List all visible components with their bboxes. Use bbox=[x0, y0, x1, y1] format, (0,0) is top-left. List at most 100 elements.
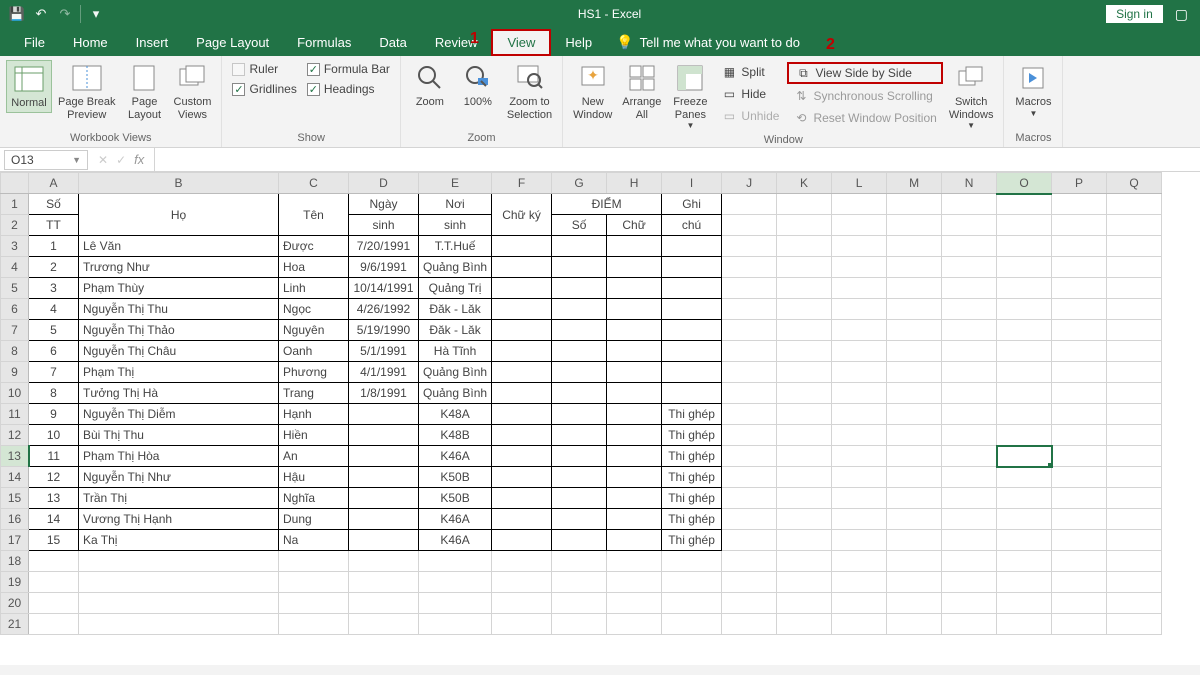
cell[interactable]: Hạnh bbox=[279, 404, 349, 425]
new-window-button[interactable]: ✦New Window bbox=[569, 60, 616, 123]
cell[interactable] bbox=[832, 467, 887, 488]
cell[interactable]: Phương bbox=[279, 362, 349, 383]
cell[interactable] bbox=[607, 446, 662, 467]
cell[interactable] bbox=[722, 320, 777, 341]
cell[interactable] bbox=[492, 572, 552, 593]
cell[interactable] bbox=[552, 446, 607, 467]
cell[interactable] bbox=[942, 425, 997, 446]
cell[interactable] bbox=[1052, 488, 1107, 509]
row-header[interactable]: 17 bbox=[1, 530, 29, 551]
cell[interactable] bbox=[1052, 278, 1107, 299]
cell[interactable] bbox=[722, 572, 777, 593]
cell[interactable] bbox=[1052, 572, 1107, 593]
cell[interactable] bbox=[662, 572, 722, 593]
cell[interactable]: Thi ghép bbox=[662, 425, 722, 446]
cell[interactable] bbox=[887, 236, 942, 257]
cell[interactable]: Được bbox=[279, 236, 349, 257]
cell[interactable] bbox=[552, 404, 607, 425]
cell[interactable] bbox=[79, 572, 279, 593]
cell[interactable]: Hậu bbox=[279, 467, 349, 488]
cell[interactable]: Số bbox=[29, 194, 79, 215]
cell[interactable]: 4 bbox=[29, 299, 79, 320]
cell[interactable] bbox=[777, 362, 832, 383]
cell[interactable]: 10 bbox=[29, 425, 79, 446]
cell[interactable] bbox=[942, 530, 997, 551]
cell[interactable] bbox=[29, 593, 79, 614]
cell[interactable] bbox=[29, 572, 79, 593]
row-header[interactable]: 4 bbox=[1, 257, 29, 278]
row-header[interactable]: 5 bbox=[1, 278, 29, 299]
cell[interactable] bbox=[1052, 236, 1107, 257]
cell[interactable] bbox=[832, 278, 887, 299]
cell[interactable] bbox=[997, 194, 1052, 215]
cell[interactable] bbox=[552, 320, 607, 341]
cell[interactable] bbox=[29, 614, 79, 635]
cell[interactable] bbox=[722, 488, 777, 509]
cell[interactable] bbox=[832, 572, 887, 593]
cell[interactable] bbox=[942, 446, 997, 467]
cell[interactable] bbox=[722, 404, 777, 425]
cell[interactable] bbox=[492, 614, 552, 635]
cell[interactable] bbox=[942, 593, 997, 614]
cell[interactable] bbox=[1107, 257, 1162, 278]
ruler-checkbox[interactable]: Ruler bbox=[228, 60, 300, 78]
cell[interactable] bbox=[607, 320, 662, 341]
row-header[interactable]: 11 bbox=[1, 404, 29, 425]
cell[interactable] bbox=[1107, 278, 1162, 299]
cell[interactable] bbox=[29, 551, 79, 572]
cell[interactable] bbox=[607, 509, 662, 530]
cell[interactable] bbox=[607, 383, 662, 404]
cell[interactable]: 15 bbox=[29, 530, 79, 551]
cell[interactable] bbox=[349, 551, 419, 572]
cell[interactable]: 6 bbox=[29, 341, 79, 362]
cell[interactable] bbox=[887, 320, 942, 341]
cell[interactable] bbox=[722, 236, 777, 257]
cell[interactable] bbox=[552, 341, 607, 362]
cell[interactable]: 11 bbox=[29, 446, 79, 467]
cell[interactable] bbox=[492, 530, 552, 551]
custom-views-button[interactable]: Custom Views bbox=[169, 60, 215, 123]
cell[interactable] bbox=[1052, 299, 1107, 320]
cell[interactable] bbox=[1107, 488, 1162, 509]
cell[interactable] bbox=[607, 278, 662, 299]
spreadsheet-grid[interactable]: ABCDEFGHIJKLMNOPQ1SốHọTênNgàyNơiChữ kýĐI… bbox=[0, 172, 1200, 665]
cell[interactable] bbox=[777, 215, 832, 236]
cell[interactable] bbox=[887, 572, 942, 593]
cell[interactable] bbox=[942, 383, 997, 404]
cell[interactable]: K46A bbox=[419, 509, 492, 530]
cell[interactable]: K50B bbox=[419, 467, 492, 488]
name-box[interactable]: O13▼ bbox=[4, 150, 88, 170]
cell[interactable] bbox=[777, 530, 832, 551]
col-header-M[interactable]: M bbox=[887, 173, 942, 194]
cell[interactable]: 3 bbox=[29, 278, 79, 299]
row-header[interactable]: 14 bbox=[1, 467, 29, 488]
col-header-J[interactable]: J bbox=[722, 173, 777, 194]
split-button[interactable]: ▦Split bbox=[715, 62, 785, 82]
cell[interactable]: Thi ghép bbox=[662, 446, 722, 467]
cell[interactable] bbox=[832, 593, 887, 614]
cell[interactable]: Chữ bbox=[607, 215, 662, 236]
cell[interactable]: 2 bbox=[29, 257, 79, 278]
formula-input[interactable] bbox=[154, 148, 1200, 171]
cell[interactable]: Thi ghép bbox=[662, 467, 722, 488]
cell[interactable] bbox=[492, 425, 552, 446]
cell[interactable] bbox=[1052, 530, 1107, 551]
cell[interactable] bbox=[1107, 215, 1162, 236]
cell[interactable] bbox=[492, 509, 552, 530]
page-break-preview-button[interactable]: Page Break Preview bbox=[54, 60, 119, 123]
cell[interactable] bbox=[349, 530, 419, 551]
row-header[interactable]: 16 bbox=[1, 509, 29, 530]
cell[interactable] bbox=[722, 530, 777, 551]
cell[interactable] bbox=[997, 362, 1052, 383]
cell[interactable] bbox=[777, 278, 832, 299]
cell[interactable] bbox=[777, 383, 832, 404]
cell[interactable] bbox=[997, 278, 1052, 299]
cell[interactable] bbox=[997, 404, 1052, 425]
cell[interactable] bbox=[1107, 236, 1162, 257]
cell[interactable] bbox=[279, 551, 349, 572]
cell[interactable] bbox=[887, 551, 942, 572]
cell[interactable] bbox=[419, 551, 492, 572]
col-header-P[interactable]: P bbox=[1052, 173, 1107, 194]
col-header-O[interactable]: O bbox=[997, 173, 1052, 194]
cell[interactable] bbox=[722, 278, 777, 299]
